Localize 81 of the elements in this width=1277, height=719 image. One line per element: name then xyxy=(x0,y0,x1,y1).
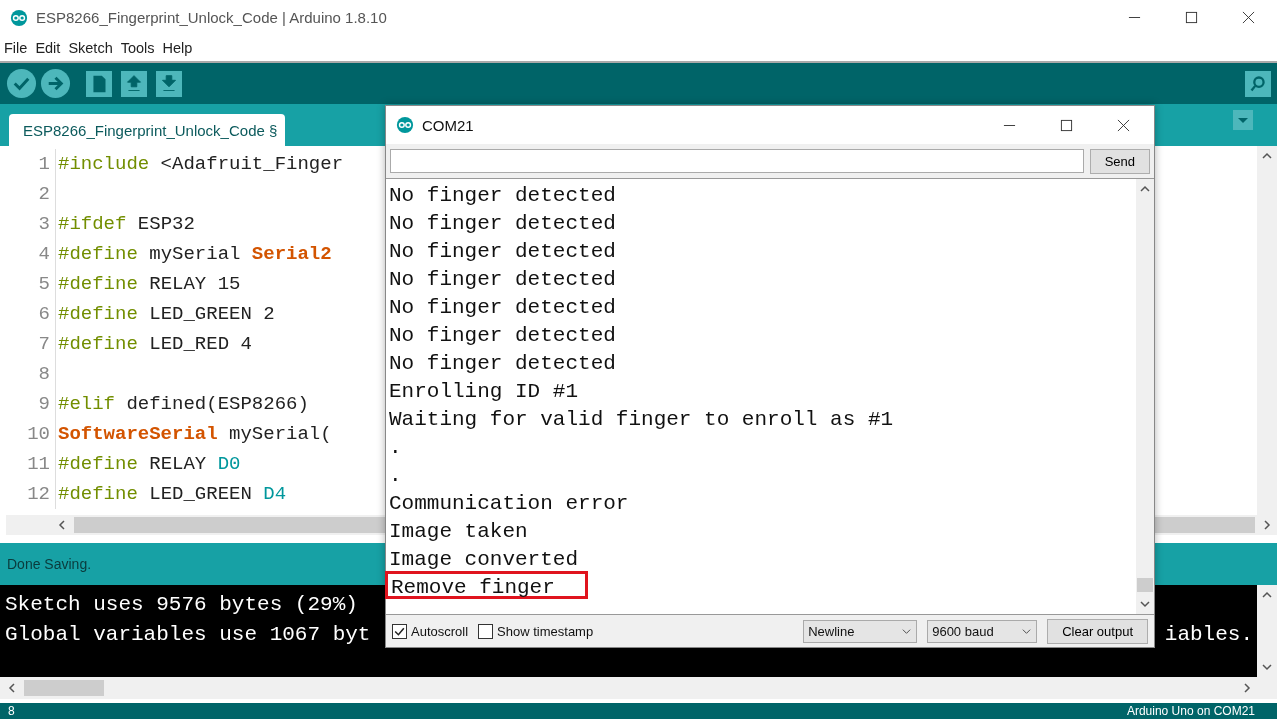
output-line: No finger detected xyxy=(388,295,617,319)
clear-output-button[interactable]: Clear output xyxy=(1047,618,1148,644)
line-number: 3 xyxy=(6,209,56,239)
code-line: SoftwareSerial mySerial( xyxy=(57,423,332,445)
output-line: No finger detected xyxy=(388,267,617,291)
menu-item[interactable]: Edit xyxy=(35,40,61,56)
code-line: #include <Adafruit_Finger xyxy=(57,153,344,175)
line-number: 8 xyxy=(6,359,56,389)
code-line: #define RELAY 15 xyxy=(57,273,241,295)
code-line: #ifdef ESP32 xyxy=(57,213,195,235)
board-info: Arduino Uno on COM21 xyxy=(1126,704,1255,718)
line-number: 11 xyxy=(6,449,56,479)
checkbox[interactable] xyxy=(392,623,407,639)
output-line: No finger detected xyxy=(388,211,617,235)
scroll-thumb[interactable] xyxy=(1137,578,1153,592)
scroll-right-icon[interactable] xyxy=(1241,682,1253,694)
check-icon[interactable] xyxy=(6,68,37,99)
code-line: #define mySerial Serial2 xyxy=(57,243,332,265)
scroll-thumb[interactable] xyxy=(24,680,104,696)
new-file-icon[interactable] xyxy=(86,70,112,97)
maximize-icon[interactable] xyxy=(1185,11,1198,24)
line-number: 12 xyxy=(6,479,56,509)
arrow-right-icon[interactable] xyxy=(40,68,71,99)
close-icon[interactable] xyxy=(1242,11,1255,24)
output-line: No finger detected xyxy=(388,323,617,347)
vertical-scrollbar[interactable] xyxy=(1257,585,1277,677)
menu-item[interactable]: Tools xyxy=(120,40,155,56)
window-title: ESP8266_Fingerprint_Unlock_Code | Arduino 1.8.10 xyxy=(36,9,387,26)
output-line: Image taken xyxy=(388,519,529,543)
sketch-tab[interactable]: ESP8266_Fingerprint_Unlock_Code § xyxy=(9,114,286,146)
console-line: iables. xyxy=(1164,622,1253,646)
close-icon[interactable] xyxy=(1117,118,1130,132)
send-button[interactable]: Send xyxy=(1089,148,1150,174)
output-line: . xyxy=(388,463,403,487)
code-line: #define LED_GREEN 2 xyxy=(57,303,275,325)
checkbox[interactable] xyxy=(478,623,494,639)
code-line: #define LED_RED 4 xyxy=(57,333,252,355)
output-line: No finger detected xyxy=(388,183,617,207)
menu-item[interactable]: Sketch xyxy=(68,40,113,56)
output-line: No finger detected xyxy=(388,239,617,263)
line-number: 4 xyxy=(6,239,56,269)
scroll-left-icon[interactable] xyxy=(6,682,18,694)
line-number: 9 xyxy=(6,389,56,419)
console-line: Global variables use 1067 byt xyxy=(5,622,371,646)
code-line: #define RELAY D0 xyxy=(57,453,241,475)
line-number: 7 xyxy=(6,329,56,359)
line-number: 2 xyxy=(6,179,56,209)
checkbox-label: Autoscroll xyxy=(411,623,469,639)
baud-rate-dropdown[interactable]: 9600 baud xyxy=(927,619,1038,643)
input-field[interactable] xyxy=(390,149,1084,173)
checkbox-label: Show timestamp xyxy=(497,623,594,639)
line-number: 10 xyxy=(6,419,56,449)
scroll-down-icon[interactable] xyxy=(1261,661,1273,673)
scroll-right-icon[interactable] xyxy=(1261,519,1273,531)
code-line: #elif defined(ESP8266) xyxy=(57,393,309,415)
menu-item[interactable]: Help xyxy=(162,40,193,56)
line-indicator: 8 xyxy=(8,704,15,718)
output-line: No finger detected xyxy=(388,351,617,375)
output-line: . xyxy=(388,435,403,459)
app-logo-icon xyxy=(10,8,28,27)
output-line: Enrolling ID #1 xyxy=(388,379,580,403)
horizontal-scrollbar[interactable] xyxy=(0,677,1277,699)
console-line: Sketch uses 9576 bytes (29%) xyxy=(5,592,358,616)
menu-item[interactable]: File xyxy=(4,40,28,56)
line-ending-dropdown[interactable]: Newline xyxy=(803,619,918,643)
line-number: 5 xyxy=(6,269,56,299)
scroll-left-icon[interactable] xyxy=(56,519,68,531)
line-number: 1 xyxy=(6,149,56,179)
console-status: Done Saving. xyxy=(7,556,92,572)
scroll-down-icon[interactable] xyxy=(1139,598,1151,610)
app-logo-icon xyxy=(396,116,414,134)
output-line: Image converted xyxy=(388,547,580,571)
magnifier-icon[interactable] xyxy=(1245,70,1271,97)
maximize-icon[interactable] xyxy=(1060,118,1073,132)
vertical-scrollbar[interactable] xyxy=(1136,179,1154,614)
output-line: Communication error xyxy=(388,491,630,515)
line-number: 6 xyxy=(6,299,56,329)
code-line: #define LED_GREEN D4 xyxy=(57,483,287,505)
window-title: COM21 xyxy=(422,116,474,134)
output-line: Waiting for valid finger to enroll as #1 xyxy=(388,407,895,431)
vertical-scrollbar[interactable] xyxy=(1257,146,1277,515)
